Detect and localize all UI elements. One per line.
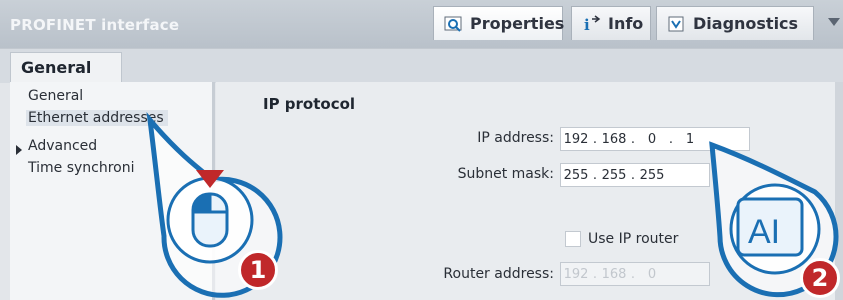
- svg-text:i: i: [584, 16, 590, 33]
- tab-info[interactable]: i Info: [571, 6, 651, 40]
- sidebar-item-time-synchronization[interactable]: Time synchroni: [28, 160, 135, 176]
- sidebar-item-general[interactable]: General: [28, 88, 83, 104]
- diagnostics-icon: [667, 15, 687, 33]
- mask-octet-1[interactable]: 255: [561, 168, 591, 183]
- tab-diagnostics-label: Diagnostics: [693, 14, 799, 33]
- mask-octet-2[interactable]: 255: [599, 168, 629, 183]
- tab-general[interactable]: General: [10, 52, 122, 82]
- router-octet-2[interactable]: 168: [599, 267, 629, 282]
- mouse-icon: [191, 192, 229, 248]
- use-ip-router-label: Use IP router: [588, 231, 679, 247]
- ip-octet-2[interactable]: 168: [599, 132, 629, 147]
- expand-arrow-icon[interactable]: [16, 145, 22, 155]
- router-address-label: Router address:: [443, 266, 554, 282]
- info-icon: i: [582, 14, 602, 34]
- tab-properties[interactable]: Properties: [433, 6, 565, 40]
- subtab-bar: [0, 48, 843, 83]
- step-badge-2: 2: [800, 258, 840, 298]
- tab-info-label: Info: [608, 14, 644, 33]
- sidebar-item-advanced[interactable]: Advanced: [28, 138, 97, 154]
- tab-diagnostics[interactable]: Diagnostics: [656, 6, 814, 40]
- router-octet-1[interactable]: 192: [561, 267, 591, 282]
- ip-octet-3[interactable]: 0: [637, 132, 667, 147]
- subnet-mask-label: Subnet mask:: [457, 166, 554, 182]
- subnet-mask-field[interactable]: 255. 255. 255: [560, 163, 710, 187]
- ip-octet-1[interactable]: 192: [561, 132, 591, 147]
- router-address-field[interactable]: 192. 168. 0: [560, 262, 710, 286]
- text-cursor-glyph: AI: [748, 213, 780, 251]
- window-title: PROFINET interface: [10, 16, 180, 34]
- router-octet-3[interactable]: 0: [637, 267, 667, 282]
- properties-icon: [444, 15, 464, 33]
- chevron-down-icon[interactable]: [828, 18, 840, 26]
- step-badge-1: 1: [238, 250, 278, 290]
- mask-octet-3[interactable]: 255: [637, 168, 667, 183]
- use-ip-router-checkbox[interactable]: [565, 231, 581, 247]
- tab-properties-label: Properties: [470, 14, 565, 33]
- ip-address-label: IP address:: [477, 130, 554, 146]
